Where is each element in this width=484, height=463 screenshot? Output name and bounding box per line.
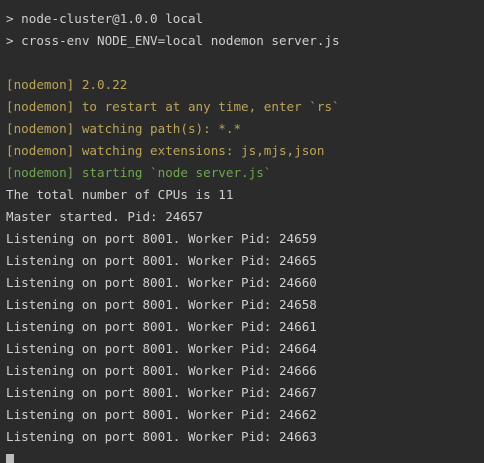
output-line: Listening on port 8001. Worker Pid: 2465…	[6, 231, 317, 246]
nodemon-line: [nodemon] watching extensions: js,mjs,js…	[6, 143, 325, 158]
output-line: Listening on port 8001. Worker Pid: 2466…	[6, 385, 317, 400]
terminal-output[interactable]: > node-cluster@1.0.0 local > cross-env N…	[0, 0, 484, 463]
nodemon-line: [nodemon] starting `node server.js`	[6, 165, 272, 180]
output-line: Listening on port 8001. Worker Pid: 2466…	[6, 429, 317, 444]
nodemon-line: [nodemon] to restart at any time, enter …	[6, 99, 340, 114]
output-line: Master started. Pid: 24657	[6, 209, 204, 224]
output-line: Listening on port 8001. Worker Pid: 2466…	[6, 341, 317, 356]
output-line: Listening on port 8001. Worker Pid: 2466…	[6, 407, 317, 422]
output-line: Listening on port 8001. Worker Pid: 2465…	[6, 297, 317, 312]
output-line: Listening on port 8001. Worker Pid: 2466…	[6, 319, 317, 334]
output-line: Listening on port 8001. Worker Pid: 2466…	[6, 275, 317, 290]
output-line: > node-cluster@1.0.0 local	[6, 11, 204, 26]
output-line: Listening on port 8001. Worker Pid: 2466…	[6, 253, 317, 268]
output-line: Listening on port 8001. Worker Pid: 2466…	[6, 363, 317, 378]
input-line[interactable]	[6, 448, 484, 463]
output-line: The total number of CPUs is 11	[6, 187, 234, 202]
text-cursor	[6, 453, 14, 463]
nodemon-line: [nodemon] 2.0.22	[6, 77, 128, 92]
output-line: > cross-env NODE_ENV=local nodemon serve…	[6, 33, 340, 48]
nodemon-line: [nodemon] watching path(s): *.*	[6, 121, 242, 136]
